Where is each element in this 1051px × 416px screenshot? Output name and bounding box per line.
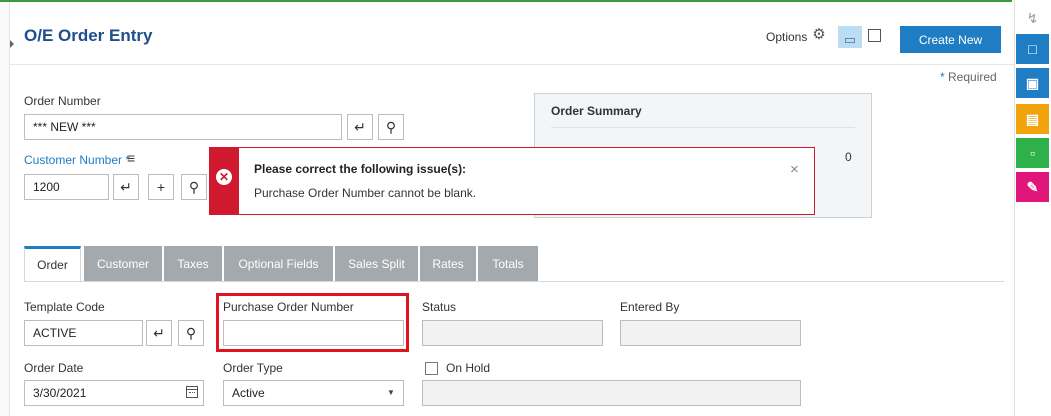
required-text: Required <box>948 70 997 84</box>
page-title: O/E Order Entry <box>24 26 153 45</box>
header-divider <box>10 64 1014 65</box>
expand-caret-icon[interactable] <box>10 40 14 48</box>
status-input <box>422 320 603 346</box>
search-icon[interactable]: ⚲ <box>181 174 207 200</box>
order-number-input[interactable]: *** NEW *** <box>24 114 342 140</box>
document-icon[interactable]: ▫ <box>1016 138 1049 168</box>
error-alert <box>209 147 815 215</box>
enter-icon[interactable]: ↵ <box>347 114 373 140</box>
calendar-icon[interactable] <box>186 386 198 398</box>
menu-icon[interactable]: ≡ <box>127 150 135 166</box>
required-note: * Required <box>940 70 997 84</box>
on-hold-description <box>422 380 801 406</box>
options-menu[interactable]: Options <box>766 30 807 44</box>
order-number-label: Order Number <box>24 94 101 108</box>
error-icon: ✕ <box>216 169 232 185</box>
pen-icon[interactable]: ✎ <box>1016 172 1049 202</box>
entered-by-input <box>620 320 801 346</box>
top-accent-bar <box>0 0 1012 2</box>
tab-rates[interactable]: Rates <box>420 246 477 282</box>
chevron-down-icon[interactable]: ▼ <box>387 388 395 397</box>
order-summary-value: 0 <box>845 150 852 164</box>
tab-totals[interactable]: Totals <box>478 246 539 282</box>
lightning-icon[interactable]: ↯ <box>1016 6 1049 30</box>
minimize-icon <box>845 38 855 43</box>
tab-sales-split[interactable]: Sales Split <box>335 246 419 282</box>
gear-icon[interactable]: ⚙ <box>811 27 827 43</box>
compact-view-toggle[interactable] <box>838 26 862 48</box>
error-alert-title: Please correct the following issue(s): <box>254 162 467 176</box>
purchase-order-highlight <box>216 293 409 352</box>
close-icon[interactable]: × <box>790 161 799 178</box>
customer-number-label-text: Customer Number <box>24 153 123 167</box>
report-icon[interactable]: ▤ <box>1016 104 1049 134</box>
order-type-select[interactable]: Active <box>223 380 404 406</box>
left-collapse-panel[interactable] <box>0 2 10 416</box>
tab-taxes[interactable]: Taxes <box>164 246 223 282</box>
error-alert-message: Purchase Order Number cannot be blank. <box>254 186 477 200</box>
required-star: * <box>940 70 945 84</box>
customer-number-input[interactable]: 1200 <box>24 174 109 200</box>
tab-customer[interactable]: Customer <box>84 246 163 282</box>
search-icon[interactable]: ⚲ <box>178 320 204 346</box>
create-new-button[interactable]: Create New <box>900 26 1001 53</box>
on-hold-label: On Hold <box>446 361 491 375</box>
order-date-label: Order Date <box>24 361 84 375</box>
add-icon[interactable]: + <box>148 174 174 200</box>
window-1-icon[interactable]: □ <box>1016 34 1049 64</box>
tab-divider <box>24 281 1004 282</box>
full-view-toggle[interactable] <box>868 29 881 42</box>
order-summary-divider <box>551 127 855 128</box>
tab-order[interactable]: Order <box>24 246 81 282</box>
enter-icon[interactable]: ↵ <box>146 320 172 346</box>
customer-number-label[interactable]: Customer Number * <box>24 153 130 167</box>
enter-icon[interactable]: ↵ <box>113 174 139 200</box>
template-code-input[interactable]: ACTIVE <box>24 320 143 346</box>
order-date-input[interactable]: 3/30/2021 <box>24 380 204 406</box>
tab-optional-fields[interactable]: Optional Fields <box>224 246 334 282</box>
order-type-label: Order Type <box>223 361 283 375</box>
on-hold-checkbox[interactable] <box>425 362 438 375</box>
status-label: Status <box>422 300 457 314</box>
window-clock-icon[interactable]: ▣ <box>1016 68 1049 98</box>
order-summary-title: Order Summary <box>551 104 642 118</box>
template-code-label: Template Code <box>24 300 105 314</box>
entered-by-label: Entered By <box>620 300 680 314</box>
search-icon[interactable]: ⚲ <box>378 114 404 140</box>
